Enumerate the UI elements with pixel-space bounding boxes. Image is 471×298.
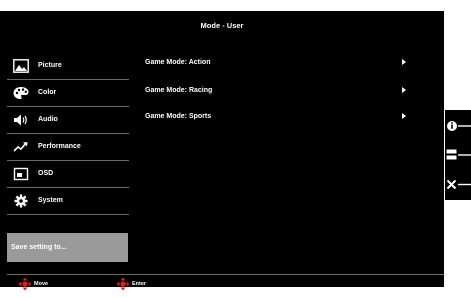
footer-move-label: Move <box>34 281 49 287</box>
menu-item-label: Game Mode: Sports <box>145 113 212 120</box>
joystick-move-icon <box>18 277 32 291</box>
menu-item-game-mode-action[interactable]: Game Mode: Action <box>145 55 410 71</box>
sidebar-item-picture[interactable]: Picture <box>7 53 129 80</box>
sidebar-item-performance[interactable]: Performance <box>7 134 129 161</box>
footer-move-hint: Move <box>18 277 58 291</box>
close-icon <box>446 179 471 190</box>
menu-item-label: Game Mode: Action <box>145 59 211 66</box>
menu-item-game-mode-sports[interactable]: Game Mode: Sports <box>145 109 410 125</box>
footer-enter-hint: Enter <box>116 277 156 291</box>
hotkey-panel <box>445 110 471 200</box>
close-key[interactable] <box>445 172 471 198</box>
osd-title: Mode - User <box>200 21 244 30</box>
speaker-icon <box>14 114 27 126</box>
info-icon <box>447 121 471 131</box>
sidebar-item-label: OSD <box>38 170 54 177</box>
chevron-right-icon <box>402 59 406 65</box>
chevron-right-icon <box>402 113 406 119</box>
sidebar-item-system[interactable]: System <box>7 188 129 215</box>
sidebar-item-label: System <box>38 197 63 204</box>
menu-item-label: Game Mode: Racing <box>145 87 213 94</box>
save-setting-button[interactable]: Save setting to... <box>7 233 128 262</box>
sidebar-item-label: Color <box>38 89 57 96</box>
sidebar-item-label: Picture <box>38 62 62 69</box>
sidebar-item-label: Audio <box>38 116 58 123</box>
sidebar-item-osd[interactable]: OSD <box>7 161 129 188</box>
joystick-enter-icon <box>116 277 130 291</box>
input-select-key[interactable] <box>445 142 471 168</box>
input-select-icon <box>446 149 471 160</box>
info-key[interactable] <box>445 113 471 139</box>
footer-divider <box>7 274 444 275</box>
osd-window: Mode - User Picture Color Audio Performa… <box>0 11 444 291</box>
menu-item-game-mode-racing[interactable]: Game Mode: Racing <box>145 83 410 99</box>
sidebar-item-audio[interactable]: Audio <box>7 107 129 134</box>
performance-icon <box>13 142 28 152</box>
gear-icon <box>14 194 28 208</box>
footer-enter-label: Enter <box>132 281 147 287</box>
chevron-right-icon <box>402 87 406 93</box>
sidebar-item-color[interactable]: Color <box>7 80 129 107</box>
picture-icon <box>13 59 29 73</box>
osd-icon <box>13 167 29 181</box>
sidebar-item-label: Performance <box>38 143 81 150</box>
palette-icon <box>13 87 29 99</box>
